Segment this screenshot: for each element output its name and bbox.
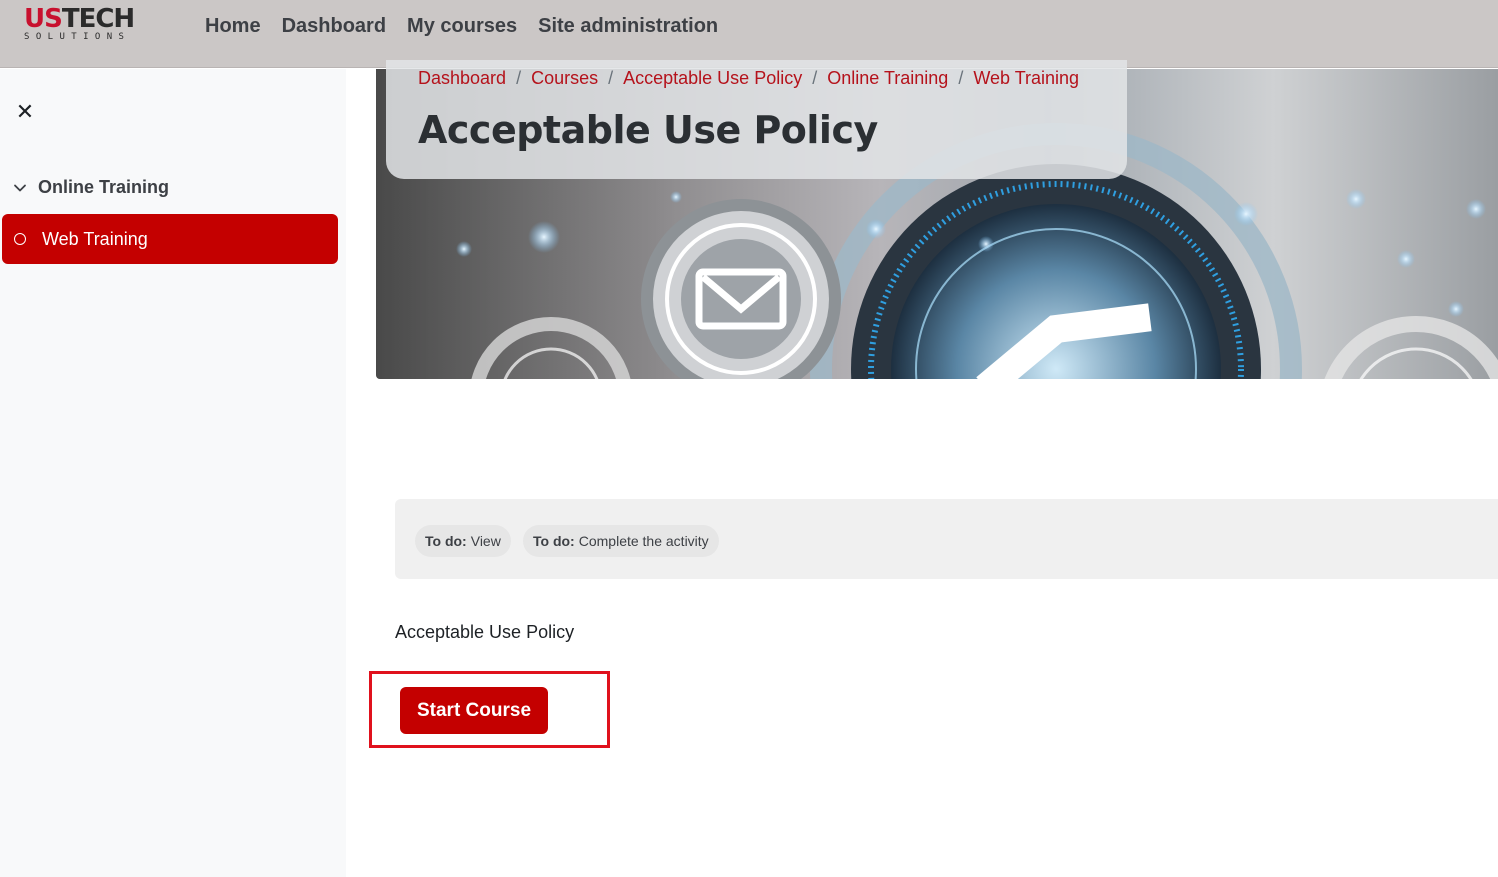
breadcrumb-courses[interactable]: Courses <box>531 68 598 89</box>
activity-completion-info: To do: View To do: Complete the activity <box>395 499 1498 579</box>
section-title: Online Training <box>38 177 170 197</box>
close-icon[interactable]: ✕ <box>14 101 36 123</box>
breadcrumb-acceptable-use-policy[interactable]: Acceptable Use Policy <box>623 68 802 89</box>
section-online-training[interactable]: Online Training <box>12 177 169 198</box>
breadcrumb-separator: / <box>812 68 818 88</box>
chevron-down-icon[interactable] <box>12 180 28 196</box>
breadcrumb-separator: / <box>608 68 614 88</box>
primary-navigation: Home Dashboard My courses Site administr… <box>205 12 739 40</box>
logo-subtitle: SOLUTIONS <box>24 32 131 42</box>
breadcrumb-separator: / <box>516 68 522 88</box>
badge-prefix: To do: <box>425 533 467 549</box>
page-title: Acceptable Use Policy <box>418 108 878 152</box>
todo-badge-complete: To do: Complete the activity <box>523 525 719 557</box>
circle-icon <box>14 233 26 245</box>
badge-text: Complete the activity <box>578 533 709 549</box>
top-navbar: USTECH SOLUTIONS Home Dashboard My cours… <box>0 0 1498 68</box>
breadcrumb: Dashboard / Courses / Acceptable Use Pol… <box>418 68 1079 89</box>
sidebar-item-label: Web Training <box>42 228 148 249</box>
nav-my-courses[interactable]: My courses <box>407 12 517 40</box>
start-course-button[interactable]: Start Course <box>400 687 548 734</box>
ustech-logo[interactable]: USTECH SOLUTIONS <box>24 6 152 42</box>
course-index-sidebar: ✕ Online Training Web Training <box>0 69 346 877</box>
nav-site-administration[interactable]: Site administration <box>538 12 718 40</box>
logo-us: US <box>24 4 63 34</box>
breadcrumb-online-training[interactable]: Online Training <box>827 68 948 89</box>
todo-badge-view: To do: View <box>415 525 511 557</box>
logo-tech: TECH <box>61 4 135 34</box>
badge-text: View <box>470 533 501 549</box>
breadcrumb-separator: / <box>958 68 964 88</box>
nav-home[interactable]: Home <box>205 12 261 40</box>
badge-prefix: To do: <box>533 533 575 549</box>
sidebar-item-web-training[interactable]: Web Training <box>2 214 338 264</box>
breadcrumb-dashboard[interactable]: Dashboard <box>418 68 506 89</box>
logo-wordmark: USTECH <box>24 4 135 34</box>
activity-description: Acceptable Use Policy <box>395 622 575 642</box>
page-header: Dashboard / Courses / Acceptable Use Pol… <box>386 60 1127 179</box>
nav-dashboard[interactable]: Dashboard <box>282 12 386 40</box>
breadcrumb-web-training[interactable]: Web Training <box>973 68 1079 89</box>
